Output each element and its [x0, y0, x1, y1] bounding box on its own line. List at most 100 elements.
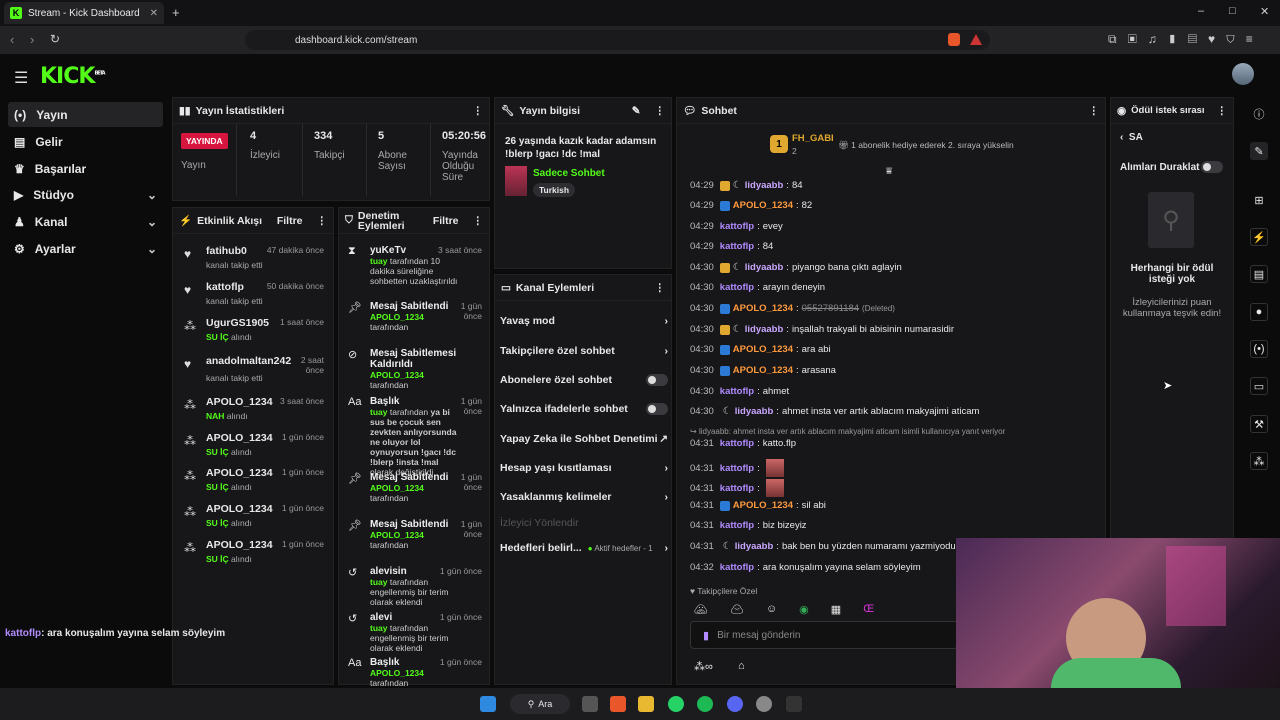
sidebar-item-studyo[interactable]: ▶ Stüdyo ⌄ — [8, 182, 163, 207]
emote-only-toggle[interactable] — [646, 403, 668, 415]
message-user[interactable]: lidyaabb — [745, 324, 784, 335]
chat-message[interactable]: 04:30 ☾ lidyaabb: ahmet insta ver artık abl… — [690, 406, 979, 417]
more-icon[interactable]: ⋮ — [473, 215, 484, 227]
message-user[interactable]: lidyaabb — [735, 406, 774, 417]
emote-icon[interactable]: ▦ — [831, 603, 841, 616]
message-user[interactable]: kattoflp — [720, 282, 754, 293]
message-user[interactable]: kattoflp — [720, 241, 754, 252]
chat-message[interactable]: 04:31 kattoflp: katto.flp — [690, 438, 960, 449]
emote-icon[interactable]: 🙍︎ — [730, 603, 744, 616]
back-icon[interactable]: ‹ — [10, 32, 14, 47]
chat-message[interactable]: 04:29 kattoflp:84 — [690, 241, 960, 252]
url-field[interactable]: dashboard.kick.com/stream — [245, 30, 990, 50]
account-age-item[interactable]: Hesap yaşı kısıtlaması › — [500, 462, 668, 474]
browser-toolbar-icons[interactable]: ⧉▣♫▮▤♥⛉≡ — [1108, 32, 1264, 47]
wrench-icon[interactable]: ⚒ — [1250, 415, 1268, 433]
emote-icon[interactable]: Œ — [863, 603, 874, 615]
chat-message[interactable]: 04:31 ☾ lidyaabb: bak ben bu yüzden numaram… — [690, 541, 964, 552]
chat-message[interactable]: 04:30 kattoflp: ahmet — [690, 386, 960, 397]
points-icon[interactable]: ⁂∞ — [694, 660, 713, 673]
store-icon[interactable]: ⌂ — [738, 660, 745, 672]
chat-message[interactable]: 04:30 ☾ lidyaabb: inşallah trakyali bi abis… — [690, 324, 960, 335]
discord-icon[interactable] — [727, 696, 743, 712]
taskbar-search[interactable]: ⚲ Ara — [510, 694, 570, 714]
chat-message[interactable]: 04:31 kattoflp: — [690, 479, 960, 497]
banned-words-item[interactable]: Yasaklanmış kelimeler › — [500, 491, 668, 503]
browser-tab[interactable]: K Stream - Kick Dashboard ✕ — [4, 2, 164, 24]
subs-only-toggle[interactable] — [646, 374, 668, 386]
message-user[interactable]: APOLO_1234 — [733, 344, 793, 355]
message-user[interactable]: kattoflp — [720, 438, 754, 449]
chat-message[interactable]: 04:31 APOLO_1234: sil abi — [690, 500, 960, 511]
minimize-icon[interactable]: – — [1198, 5, 1204, 17]
folder-icon[interactable] — [638, 696, 654, 712]
avatar[interactable] — [1232, 63, 1254, 85]
more-icon[interactable]: ⋮ — [1089, 105, 1100, 117]
emote-icon[interactable]: ◉ — [799, 603, 809, 616]
sidebar-item-kanal[interactable]: ♟ Kanal ⌄ — [8, 209, 163, 234]
whatsapp-icon[interactable] — [668, 696, 684, 712]
leaderboard-user[interactable]: FH_GABI — [792, 133, 834, 144]
reload-icon[interactable]: ↻ — [50, 32, 60, 46]
more-icon[interactable]: ⋮ — [655, 105, 666, 117]
chat-message[interactable]: 04:29 APOLO_1234:82 — [690, 200, 960, 211]
close-tab-icon[interactable]: ✕ — [150, 8, 158, 19]
bolt-icon[interactable]: ⚡ — [1250, 228, 1268, 246]
chat-message[interactable]: 04:32 kattoflp: ara konuşalım yayına selam… — [690, 562, 960, 573]
sidebar-item-basarilar[interactable]: ♛ Başarılar — [8, 156, 163, 181]
message-user[interactable]: kattoflp — [720, 221, 754, 232]
message-user[interactable]: APOLO_1234 — [733, 365, 793, 376]
sidebar-item-gelir[interactable]: ▤ Gelir — [8, 129, 163, 154]
emote-icon[interactable]: 🙎︎ — [694, 603, 708, 616]
message-user[interactable]: kattoflp — [720, 463, 754, 474]
dots-icon[interactable]: ⁂ — [1250, 452, 1268, 470]
collapse-icon[interactable]: ⩸ — [886, 166, 892, 177]
chat-message[interactable]: 04:29 ☾ lidyaabb:84 — [690, 180, 960, 191]
message-user[interactable]: lidyaabb — [745, 180, 784, 191]
message-user[interactable]: kattoflp — [720, 562, 754, 573]
new-tab-icon[interactable]: + — [172, 5, 180, 20]
brave-shield-icon[interactable] — [948, 33, 960, 46]
chat-message[interactable]: 04:29 kattoflp: evey — [690, 221, 960, 232]
message-user[interactable]: lidyaabb — [745, 262, 784, 273]
pencil-icon[interactable]: ✎ — [1250, 142, 1268, 160]
chat-message[interactable]: 04:30 APOLO_1234:05527891184 (Deleted) — [690, 303, 960, 314]
close-window-icon[interactable]: ✕ — [1260, 5, 1269, 18]
chat-icon[interactable]: ● — [1250, 303, 1268, 321]
info-icon[interactable]: ⓘ — [1250, 105, 1268, 123]
spotify-icon[interactable] — [697, 696, 713, 712]
more-icon[interactable]: ⋮ — [655, 282, 666, 294]
pause-toggle[interactable] — [1201, 161, 1223, 173]
brave-icon[interactable] — [610, 696, 626, 712]
more-icon[interactable]: ⋮ — [1217, 105, 1228, 117]
message-user[interactable]: kattoflp — [720, 520, 754, 531]
chat-message[interactable]: 04:31 kattoflp: — [690, 459, 960, 477]
message-user[interactable]: lidyaabb — [735, 541, 774, 552]
forward-icon[interactable]: › — [30, 32, 34, 47]
chat-message[interactable]: 04:31 kattoflp: biz bizeyiz — [690, 520, 960, 531]
task-view-icon[interactable] — [582, 696, 598, 712]
message-user[interactable]: APOLO_1234 — [733, 200, 793, 211]
message-user[interactable]: APOLO_1234 — [733, 303, 793, 314]
chat-message[interactable]: 04:30 ☾ lidyaabb: piyango bana çıktı aglayi… — [690, 262, 960, 273]
rewards-back[interactable]: ‹ SA — [1120, 132, 1143, 143]
chat-message[interactable]: 04:30 APOLO_1234: arasana — [690, 365, 960, 376]
emote-icon[interactable]: ☺ — [766, 603, 777, 615]
document-icon[interactable]: ▤ — [1250, 265, 1268, 283]
app-icon[interactable] — [756, 696, 772, 712]
more-icon[interactable]: ⋮ — [473, 105, 484, 117]
sidebar-item-yayin[interactable]: (•) Yayın — [8, 102, 163, 127]
chat-message[interactable]: 04:30 kattoflp: arayın deneyin — [690, 282, 960, 293]
message-user[interactable]: kattoflp — [720, 483, 754, 494]
mod-filter-button[interactable]: Filtre — [433, 215, 459, 227]
edit-icon[interactable]: ✎ — [632, 105, 641, 117]
windows-start-icon[interactable] — [480, 696, 496, 712]
goals-item[interactable]: Hedefleri belirl... ● Aktif hedefler - 1 › — [500, 542, 668, 554]
slow-mode-item[interactable]: Yavaş mod › — [500, 315, 668, 327]
kick-logo[interactable]: KICKBETA — [40, 64, 106, 89]
card-icon[interactable]: ▭ — [1250, 377, 1268, 395]
category-label[interactable]: Sadece Sohbet — [533, 168, 605, 179]
followers-only-item[interactable]: Takipçilere özel sohbet › — [500, 345, 668, 357]
more-icon[interactable]: ⋮ — [317, 215, 328, 227]
activity-filter-button[interactable]: Filtre — [277, 215, 303, 227]
